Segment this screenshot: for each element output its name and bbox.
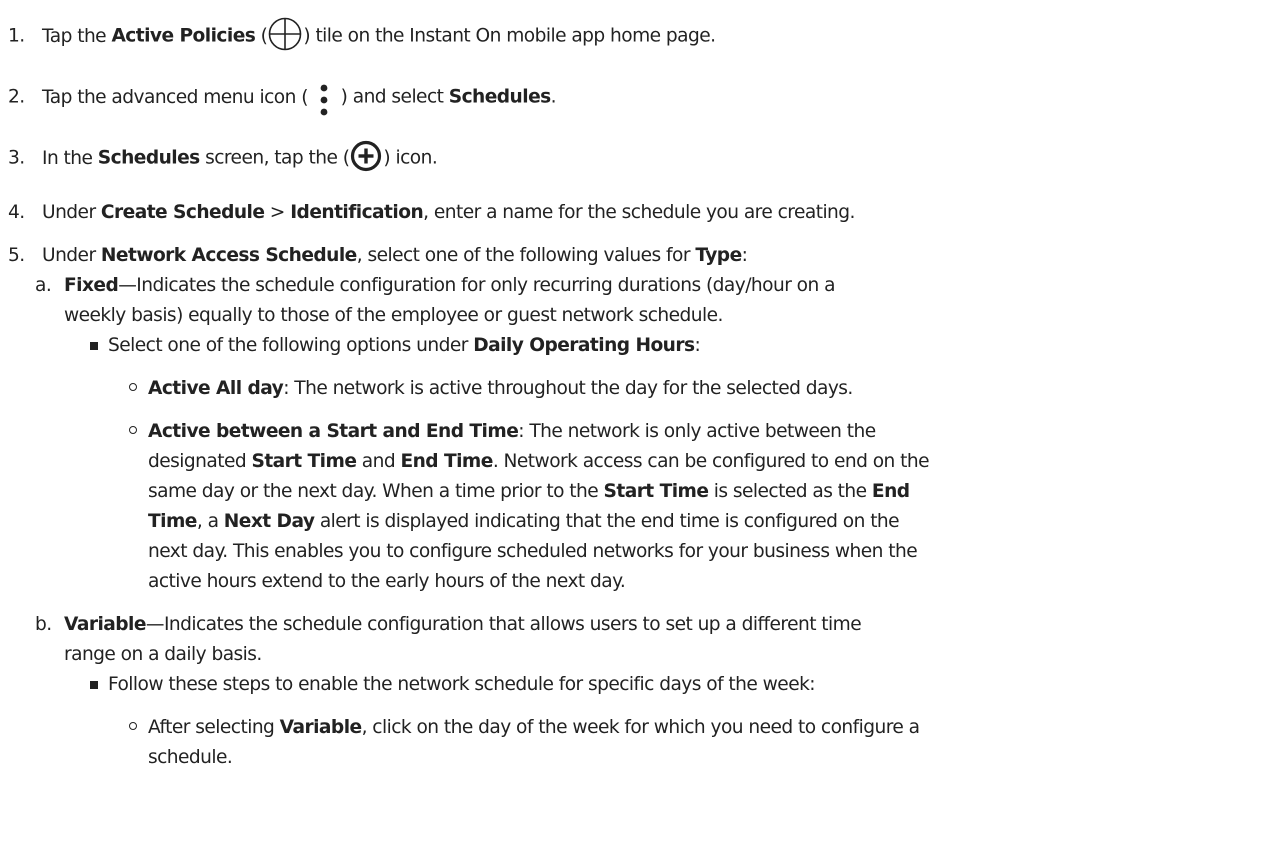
substep-text: —Indicates the schedule configuration th… — [145, 614, 862, 635]
fixed-bullet: Select one of the following options unde… — [90, 331, 701, 361]
option-text: and — [356, 451, 401, 472]
option-text: active hours extend to the early hours o… — [148, 571, 626, 592]
option-text: designated — [148, 451, 252, 472]
step-text: > — [264, 202, 291, 223]
document-page: { "steps": [ { "num": "1.", "pre": "Tap … — [0, 0, 1277, 843]
step-bold-term: Schedules — [448, 86, 551, 108]
step-5: 5. Under Network Access Schedule, select… — [8, 241, 748, 271]
step-bold-term: Identification — [290, 202, 424, 223]
substep-fixed: a. — [35, 271, 52, 301]
step-2: 2. Tap the advanced menu icon ( ) and se… — [8, 79, 557, 118]
substep-variable-line-1: Variable—Indicates the schedule configur… — [64, 610, 862, 640]
step-text: Tap the — [42, 25, 112, 47]
option-text: alert is displayed indicating that the e… — [314, 511, 900, 532]
substep-term: Fixed — [64, 275, 119, 296]
step-text: , select one of the following values for — [356, 245, 696, 266]
step-text: screen, tap the ( — [199, 147, 350, 169]
step-text: , enter a name for the schedule you are … — [423, 202, 855, 223]
step-bold-term: Active Policies — [111, 25, 256, 47]
fixed-option-start-end-line-4: Time, a Next Day alert is displayed indi… — [148, 507, 900, 537]
step-text: . — [550, 86, 557, 108]
option-text: . Network access can be configured to en… — [492, 451, 930, 472]
option-bold-term: Variable — [279, 717, 362, 738]
step-4: 4. Under Create Schedule > Identificatio… — [8, 198, 855, 228]
step-number: 3. — [8, 147, 25, 169]
step-text: ) icon. — [383, 147, 438, 169]
step-number: 5. — [8, 245, 25, 266]
step-text: Under — [42, 245, 101, 266]
option-text: next day. This enables you to configure … — [148, 541, 918, 562]
step-text: ) tile on the Instant On mobile app home… — [303, 25, 716, 47]
option-bold-term: Time — [148, 511, 197, 532]
substep-fixed-line-1: Fixed—Indicates the schedule configurati… — [64, 271, 835, 301]
option-text: : The network is active throughout the d… — [283, 378, 853, 399]
option-bold-term: Start Time — [251, 451, 357, 472]
vertical-ellipsis-menu-icon — [316, 82, 332, 118]
substep-letter: b. — [35, 614, 52, 635]
option-bold-term: Next Day — [223, 511, 315, 532]
step-text: Under — [42, 202, 101, 223]
step-text: Tap the advanced menu icon ( — [42, 86, 314, 108]
step-text: ) and select — [335, 86, 449, 108]
step-3: 3. In the Schedules screen, tap the ( ) … — [8, 140, 438, 174]
step-text: In the — [42, 147, 98, 169]
step-1: 1. Tap the Active Policies ( ) tile on t… — [8, 17, 716, 53]
square-bullet-icon — [90, 342, 98, 350]
substep-letter: a. — [35, 275, 52, 296]
fixed-option-all-day: Active All day: The network is active th… — [129, 374, 853, 404]
step-bold-term: Type — [695, 245, 742, 266]
fixed-option-start-end: Active between a Start and End Time: The… — [129, 417, 876, 447]
step-number: 4. — [8, 202, 25, 223]
fixed-option-start-end-line-2: designated Start Time and End Time. Netw… — [148, 447, 930, 477]
substep-text: weekly basis) equally to those of the em… — [64, 305, 723, 326]
step-bold-term: Network Access Schedule — [100, 245, 357, 266]
option-bold-term: Active All day — [148, 378, 284, 399]
option-bold-term: Active between a Start and End Time — [148, 421, 519, 442]
circle-bullet-icon — [129, 383, 137, 391]
option-text: , click on the day of the week for which… — [361, 717, 921, 738]
variable-sub-step: After selecting Variable, click on the d… — [129, 713, 921, 743]
step-text: ( — [255, 25, 268, 47]
step-bold-term: Schedules — [97, 147, 200, 169]
circle-plus-icon — [350, 140, 382, 172]
substep-fixed-line-2: weekly basis) equally to those of the em… — [64, 301, 723, 331]
option-text: schedule. — [148, 747, 233, 768]
fixed-option-start-end-line-6: active hours extend to the early hours o… — [148, 567, 626, 597]
option-bold-term: Start Time — [603, 481, 709, 502]
substep-variable: b. — [35, 610, 52, 640]
substep-text: range on a daily basis. — [64, 644, 262, 665]
step-number: 1. — [8, 25, 25, 47]
bullet-text: Follow these steps to enable the network… — [108, 674, 816, 695]
fixed-option-start-end-line-3: same day or the next day. When a time pr… — [148, 477, 910, 507]
option-text: , a — [196, 511, 224, 532]
option-text: After selecting — [148, 717, 280, 738]
option-text: is selected as the — [708, 481, 872, 502]
option-text: : The network is only active between the — [518, 421, 876, 442]
option-bold-term: End Time — [400, 451, 493, 472]
option-text: same day or the next day. When a time pr… — [148, 481, 604, 502]
circle-bullet-icon — [129, 722, 137, 730]
step-number: 2. — [8, 86, 25, 108]
substep-term: Variable — [64, 614, 146, 635]
substep-text: —Indicates the schedule configuration fo… — [118, 275, 835, 296]
variable-sub-step-line-2: schedule. — [148, 743, 233, 773]
option-bold-term: End — [871, 481, 910, 502]
step-text: : — [741, 245, 748, 266]
variable-bullet: Follow these steps to enable the network… — [90, 670, 816, 700]
bullet-text: Select one of the following options unde… — [108, 335, 474, 356]
fixed-option-start-end-line-5: next day. This enables you to configure … — [148, 537, 918, 567]
step-bold-term: Create Schedule — [100, 202, 265, 223]
substep-variable-line-2: range on a daily basis. — [64, 640, 262, 670]
active-policies-tile-icon — [268, 17, 302, 51]
square-bullet-icon — [90, 681, 98, 689]
bullet-text: : — [694, 335, 701, 356]
bullet-bold-term: Daily Operating Hours — [473, 335, 695, 356]
circle-bullet-icon — [129, 426, 137, 434]
